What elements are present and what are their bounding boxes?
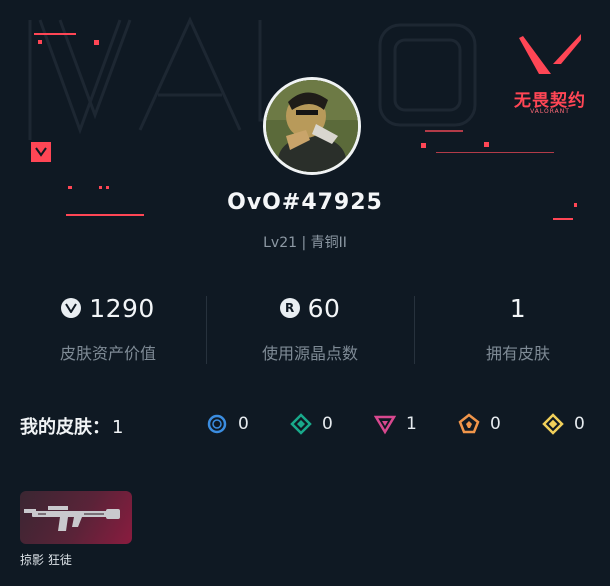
skin-card[interactable]: [20, 491, 132, 544]
tier-premium[interactable]: 1: [374, 413, 417, 435]
divider: [414, 296, 415, 364]
tier-count: 0: [490, 414, 501, 434]
decor-line: [436, 152, 554, 153]
tier-exclusive[interactable]: 0: [458, 413, 501, 435]
tier-deluxe[interactable]: 0: [290, 413, 333, 435]
stat-radianite-used: R 60 使用源晶点数: [210, 290, 410, 364]
stat-value: 1: [509, 293, 527, 323]
stat-value: 60: [307, 293, 341, 323]
select-tier-icon: [207, 414, 227, 434]
tier-ultra[interactable]: 0: [542, 413, 585, 435]
tier-count: 0: [238, 414, 249, 434]
skin-name: 掠影 狂徒: [20, 553, 72, 567]
premium-tier-icon: [374, 415, 396, 435]
stat-label: 使用源晶点数: [261, 344, 358, 363]
decor-dot: [68, 186, 72, 189]
decor-dot: [38, 40, 42, 44]
decor-dot: [484, 142, 489, 147]
decor-line: [34, 33, 76, 35]
tier-count: 1: [406, 414, 417, 434]
valorant-points-icon: [61, 298, 82, 318]
decor-line: [425, 130, 463, 132]
brand-name-en: VALORANT: [530, 108, 570, 115]
valorant-corner-icon: [31, 142, 51, 162]
exclusive-tier-icon: [458, 413, 480, 434]
tier-select[interactable]: 0: [206, 413, 249, 435]
decor-dot: [99, 186, 102, 189]
stat-value: 1290: [89, 293, 155, 323]
avatar[interactable]: [263, 77, 361, 175]
decor-dot: [106, 186, 109, 189]
tier-count: 0: [574, 414, 585, 434]
agent-portrait-icon: [266, 80, 358, 172]
divider: [206, 296, 207, 364]
ultra-tier-icon: [542, 413, 564, 435]
valorant-v-icon: [519, 34, 581, 74]
stat-label: 皮肤资产价值: [59, 344, 156, 363]
tier-count: 0: [322, 414, 333, 434]
vandal-rifle-icon: [24, 506, 120, 531]
valorant-logo: 无畏契约 VALORANT: [505, 28, 595, 118]
deluxe-tier-icon: [290, 413, 312, 435]
decor-dot: [94, 40, 99, 45]
player-level: Lv21 | 青铜II: [263, 235, 347, 251]
stat-label: 拥有皮肤: [485, 344, 550, 363]
username: OvO#47925: [227, 190, 383, 215]
my-skins-title: 我的皮肤：: [20, 417, 110, 438]
decor-line: [553, 218, 573, 220]
stat-owned-skins: 1 拥有皮肤: [418, 290, 610, 364]
my-skins-count: 1: [112, 417, 124, 438]
radianite-icon: R: [279, 298, 300, 318]
my-skins-heading: 我的皮肤： 1: [20, 413, 123, 439]
stat-skin-value: 1290 皮肤资产价值: [8, 290, 208, 364]
decor-dot: [421, 143, 426, 148]
